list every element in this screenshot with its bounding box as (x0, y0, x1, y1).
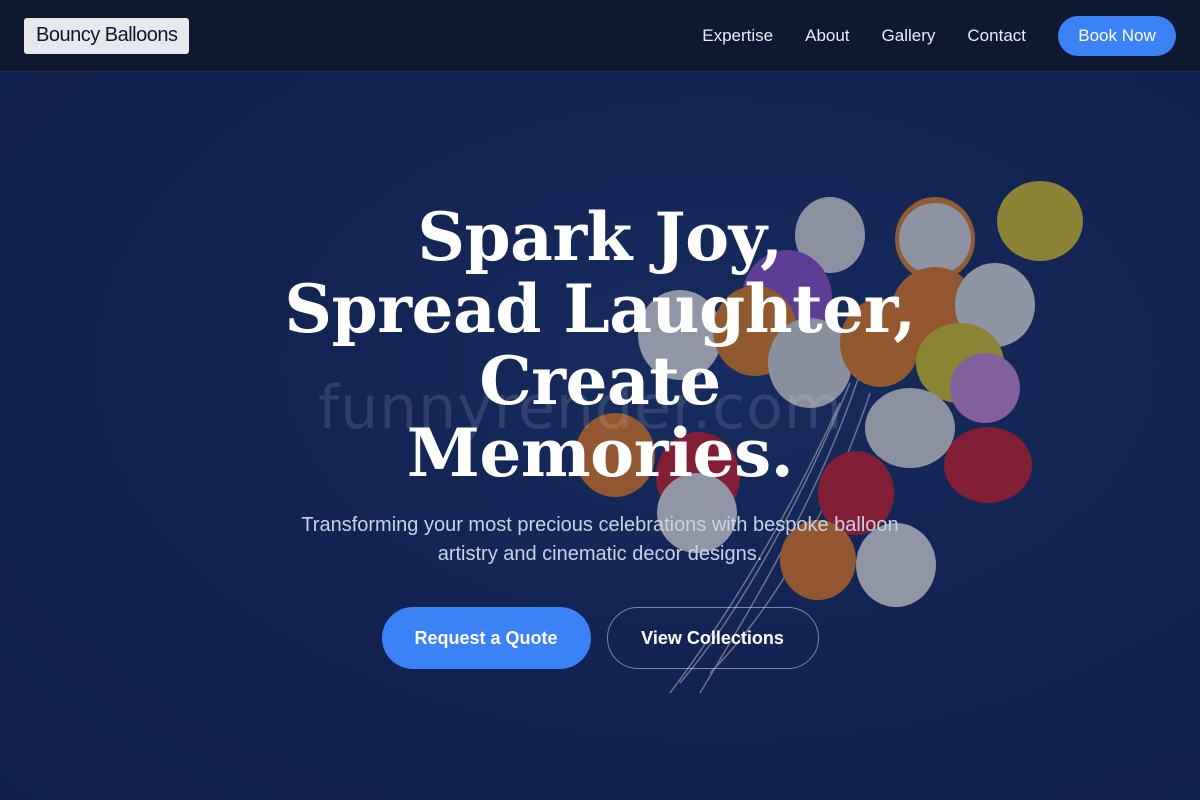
request-quote-button[interactable]: Request a Quote (381, 607, 591, 669)
brand-logo[interactable]: Bouncy Balloons (24, 17, 190, 54)
nav-links: Expertise About Gallery Contact Book Now (702, 15, 1176, 56)
hero-section: funnyrender.com Spark Joy, Spread Laught… (0, 73, 1200, 800)
nav-link-expertise[interactable]: Expertise (702, 26, 773, 46)
navbar: Bouncy Balloons Expertise About Gallery … (0, 0, 1200, 72)
view-collections-button[interactable]: View Collections (606, 607, 819, 669)
book-now-button[interactable]: Book Now (1058, 15, 1176, 56)
nav-link-gallery[interactable]: Gallery (882, 26, 936, 46)
nav-link-contact[interactable]: Contact (967, 26, 1026, 46)
nav-link-about[interactable]: About (805, 26, 849, 46)
hero-content: Spark Joy, Spread Laughter, Create Memor… (0, 201, 1200, 669)
cta-row: Request a Quote View Collections (0, 607, 1200, 669)
hero-subtitle: Transforming your most precious celebrat… (301, 514, 899, 565)
hero-title: Spark Joy, Spread Laughter, Create Memor… (284, 198, 916, 492)
